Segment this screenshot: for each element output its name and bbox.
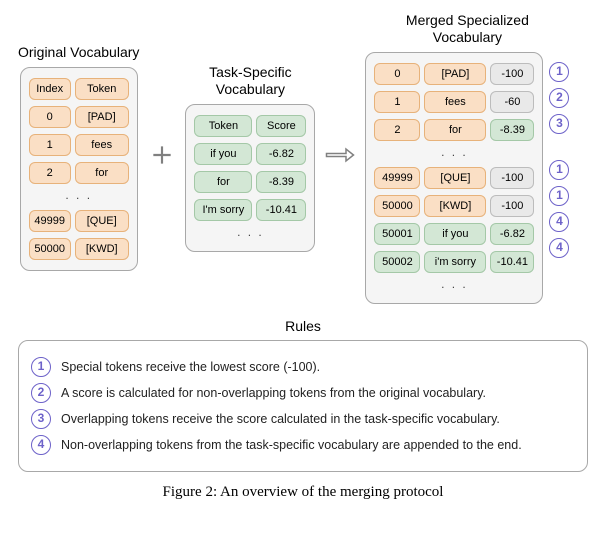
table-header: Index Token (29, 78, 129, 100)
figure-caption: Figure 2: An overview of the merging pro… (18, 484, 588, 501)
table-row: 50001 if you -6.82 (374, 223, 534, 245)
table-row: 50000 [KWD] -100 (374, 195, 534, 217)
ellipsis: . . . (374, 147, 534, 161)
cell-score: -6.82 (256, 143, 306, 165)
rule-row: 4 Non-overlapping tokens from the task-s… (31, 435, 575, 455)
cell-index: 1 (374, 91, 420, 113)
cell-index: 2 (29, 162, 71, 184)
rule-badge: 4 (549, 212, 569, 232)
cell-score: -8.39 (256, 171, 306, 193)
task-title: Task-Specific Vocabulary (195, 64, 305, 98)
cell-token: if you (194, 143, 252, 165)
task-panel: Token Score if you -6.82 for -8.39 I'm s… (185, 104, 315, 252)
merged-vocab: Merged Specialized Vocabulary 0 [PAD] -1… (365, 12, 569, 304)
cell-token: fees (75, 134, 129, 156)
header-token: Token (194, 115, 252, 137)
rules-title: Rules (18, 318, 588, 334)
table-row: 0 [PAD] (29, 106, 129, 128)
cell-index: 1 (29, 134, 71, 156)
table-row: if you -6.82 (194, 143, 306, 165)
cell-token: for (194, 171, 252, 193)
rule-badge: 1 (549, 160, 569, 180)
table-row: 50002 i'm sorry -10.41 (374, 251, 534, 273)
rule-row: 1 Special tokens receive the lowest scor… (31, 357, 575, 377)
cell-score: -6.82 (490, 223, 534, 245)
task-vocab: Task-Specific Vocabulary Token Score if … (185, 64, 315, 252)
table-row: 2 for -8.39 (374, 119, 534, 141)
original-title: Original Vocabulary (18, 44, 139, 61)
ellipsis: . . . (374, 279, 534, 293)
rule-badge: 1 (549, 62, 569, 82)
rules-box: 1 Special tokens receive the lowest scor… (18, 340, 588, 472)
cell-score: -100 (490, 167, 534, 189)
ellipsis: . . . (194, 227, 306, 241)
rule-badge: 4 (31, 435, 51, 455)
cell-score: -100 (490, 195, 534, 217)
cell-index: 50002 (374, 251, 420, 273)
rule-badge: 1 (549, 186, 569, 206)
cell-token: fees (424, 91, 486, 113)
rule-badge: 4 (549, 238, 569, 258)
cell-index: 50000 (374, 195, 420, 217)
cell-index: 0 (29, 106, 71, 128)
table-row: for -8.39 (194, 171, 306, 193)
plus-icon (147, 142, 177, 173)
cell-score: -60 (490, 91, 534, 113)
cell-score: -10.41 (490, 251, 534, 273)
table-row: 1 fees -60 (374, 91, 534, 113)
arrow-icon (323, 143, 357, 172)
cell-index: 2 (374, 119, 420, 141)
cell-token: [PAD] (75, 106, 129, 128)
rule-row: 2 A score is calculated for non-overlapp… (31, 383, 575, 403)
cell-token: i'm sorry (424, 251, 486, 273)
header-score: Score (256, 115, 306, 137)
rule-badge: 2 (549, 88, 569, 108)
rule-badge: 3 (549, 114, 569, 134)
rule-badge: 1 (31, 357, 51, 377)
cell-token: if you (424, 223, 486, 245)
cell-index: 49999 (29, 210, 71, 232)
rule-text: Special tokens receive the lowest score … (61, 360, 320, 374)
cell-token: for (424, 119, 486, 141)
table-row: 50000 [KWD] (29, 238, 129, 260)
rule-row: 3 Overlapping tokens receive the score c… (31, 409, 575, 429)
cell-token: [QUE] (75, 210, 129, 232)
table-row: 2 for (29, 162, 129, 184)
table-row: 49999 [QUE] -100 (374, 167, 534, 189)
cell-token: [QUE] (424, 167, 486, 189)
cell-score: -100 (490, 63, 534, 85)
header-index: Index (29, 78, 71, 100)
table-row: 49999 [QUE] (29, 210, 129, 232)
cell-index: 50001 (374, 223, 420, 245)
rule-badge: 2 (31, 383, 51, 403)
top-row: Original Vocabulary Index Token 0 [PAD] … (18, 12, 588, 304)
cell-index: 50000 (29, 238, 71, 260)
table-row: I'm sorry -10.41 (194, 199, 306, 221)
cell-token: [PAD] (424, 63, 486, 85)
rule-badge: 3 (31, 409, 51, 429)
ellipsis: . . . (29, 190, 129, 204)
original-panel: Index Token 0 [PAD] 1 fees 2 for . . . 4… (20, 67, 138, 271)
cell-token: [KWD] (424, 195, 486, 217)
merged-title: Merged Specialized Vocabulary (392, 12, 542, 46)
cell-token: [KWD] (75, 238, 129, 260)
rule-text: A score is calculated for non-overlappin… (61, 386, 486, 400)
rule-text: Overlapping tokens receive the score cal… (61, 412, 500, 426)
cell-token: I'm sorry (194, 199, 252, 221)
table-row: 1 fees (29, 134, 129, 156)
merged-panel: 0 [PAD] -100 1 fees -60 2 for -8.39 . . … (365, 52, 543, 304)
table-row: 0 [PAD] -100 (374, 63, 534, 85)
cell-index: 0 (374, 63, 420, 85)
rule-text: Non-overlapping tokens from the task-spe… (61, 438, 522, 452)
cell-score: -8.39 (490, 119, 534, 141)
original-vocab: Original Vocabulary Index Token 0 [PAD] … (18, 44, 139, 271)
table-header: Token Score (194, 115, 306, 137)
cell-index: 49999 (374, 167, 420, 189)
header-token: Token (75, 78, 129, 100)
cell-score: -10.41 (256, 199, 306, 221)
cell-token: for (75, 162, 129, 184)
rule-badges-col: 1 2 3 1 1 4 4 (549, 52, 569, 258)
